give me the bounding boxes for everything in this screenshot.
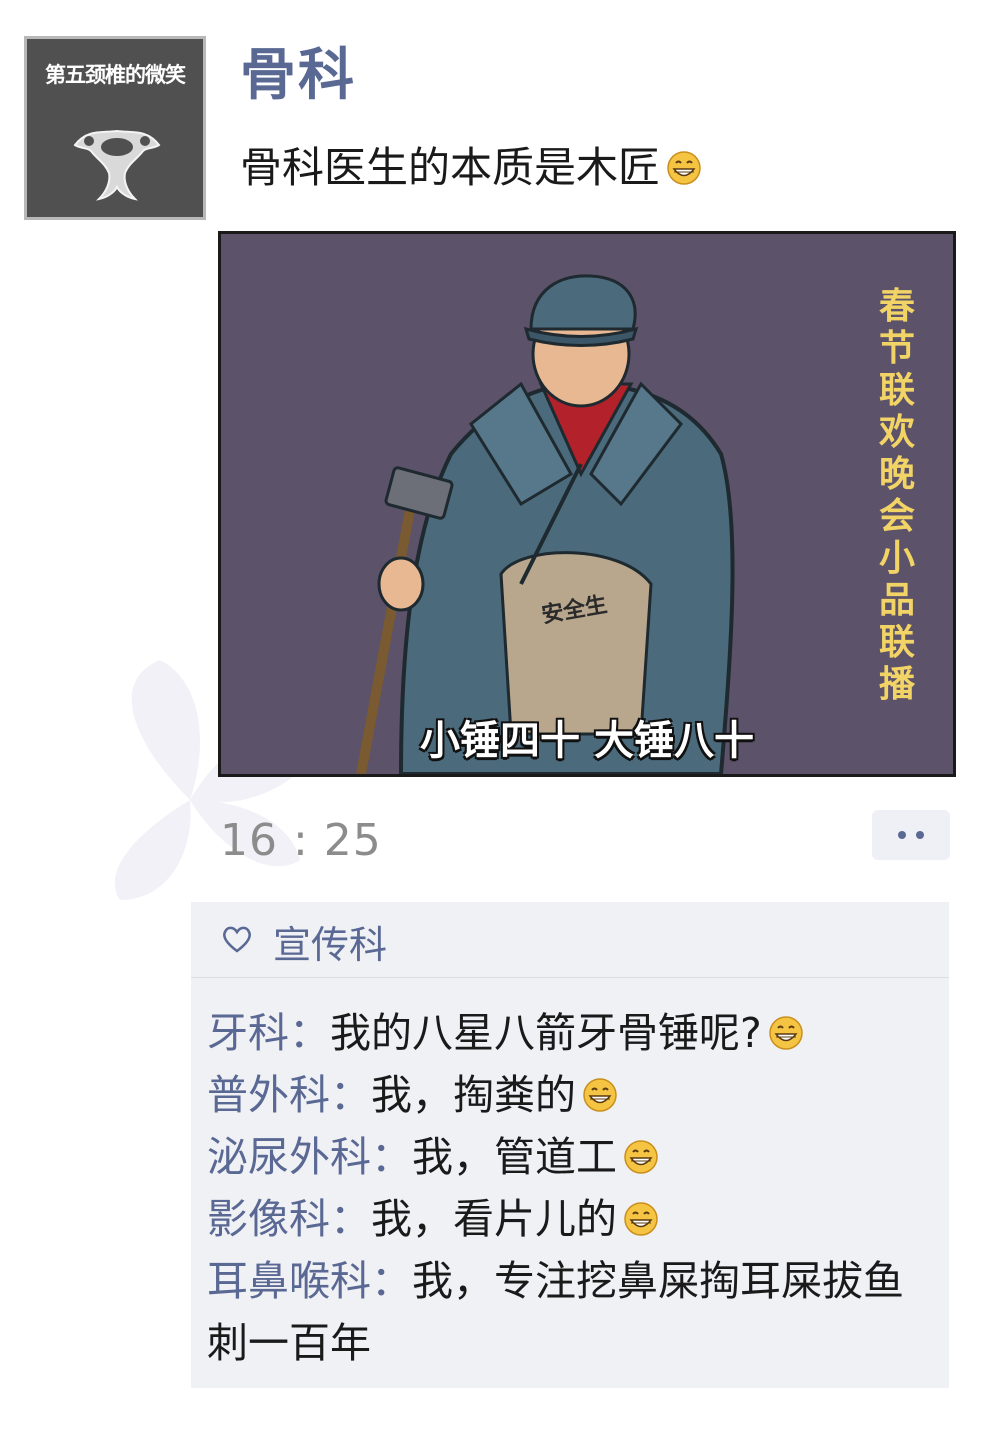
post-author-name[interactable]: 骨科 — [240, 30, 356, 111]
avatar-caption: 第五颈椎的微笑 — [45, 63, 186, 87]
comment-author[interactable]: 牙科 — [207, 1009, 289, 1057]
interaction-panel: 宣传科 牙科：我的八星八箭牙骨锤呢? 普外科：我，掏粪的 泌尿外科：我，管道工 … — [191, 902, 949, 1388]
grin-emoji-icon — [769, 1016, 803, 1050]
post-timestamp: 16 : 25 — [220, 815, 382, 866]
comment-item[interactable]: 普外科：我，掏粪的 — [207, 1064, 937, 1126]
comment-item[interactable]: 影像科：我，看片儿的 — [207, 1188, 937, 1250]
comment-separator: ： — [289, 1009, 330, 1057]
dot-icon — [898, 831, 906, 839]
comment-separator: ： — [371, 1133, 412, 1181]
comment-author[interactable]: 耳鼻喉科 — [207, 1257, 371, 1305]
comment-separator: ： — [330, 1071, 371, 1119]
comment-text: 我的八星八箭牙骨锤呢? — [330, 1009, 762, 1057]
heart-icon — [223, 926, 251, 953]
worker-illustration — [356, 274, 735, 774]
like-user-name[interactable]: 宣传科 — [273, 914, 387, 969]
grin-emoji-icon — [667, 151, 701, 185]
comment-item[interactable]: 泌尿外科：我，管道工 — [207, 1126, 937, 1188]
likes-row: 宣传科 — [191, 902, 949, 978]
comment-list: 牙科：我的八星八箭牙骨锤呢? 普外科：我，掏粪的 泌尿外科：我，管道工 影像科：… — [207, 1002, 937, 1374]
comment-author[interactable]: 泌尿外科 — [207, 1133, 371, 1181]
comment-author[interactable]: 影像科 — [207, 1195, 330, 1243]
comment-text: 我，管道工 — [412, 1133, 617, 1181]
grin-emoji-icon — [624, 1140, 658, 1174]
vertical-caption: 春节联欢晚会小品联播 — [878, 286, 915, 705]
comment-author[interactable]: 普外科 — [207, 1071, 330, 1119]
post-text-content: 骨科医生的本质是木匠 — [240, 143, 661, 192]
comment-item[interactable]: 耳鼻喉科：我，专注挖鼻屎掏耳屎拔鱼刺一百年 — [207, 1250, 937, 1374]
grin-emoji-icon — [624, 1202, 658, 1236]
bottom-caption: 小锤四十 大锤八十 — [420, 718, 754, 764]
comment-separator: ： — [371, 1257, 412, 1305]
comment-text: 我，看片儿的 — [371, 1195, 617, 1243]
comment-separator: ： — [330, 1195, 371, 1243]
comment-text: 我，掏粪的 — [371, 1071, 576, 1119]
post-image[interactable]: 安全生 春节联欢晚会小品联播 小锤四十 大锤八十 — [218, 231, 956, 777]
comment-item[interactable]: 牙科：我的八星八箭牙骨锤呢? — [207, 1002, 937, 1064]
post-text: 骨科医生的本质是木匠 — [240, 134, 702, 195]
dot-icon — [916, 831, 924, 839]
vertebra-icon — [73, 129, 161, 201]
author-avatar[interactable]: 第五颈椎的微笑 — [24, 36, 206, 220]
more-actions-button[interactable] — [872, 810, 950, 860]
grin-emoji-icon — [583, 1078, 617, 1112]
